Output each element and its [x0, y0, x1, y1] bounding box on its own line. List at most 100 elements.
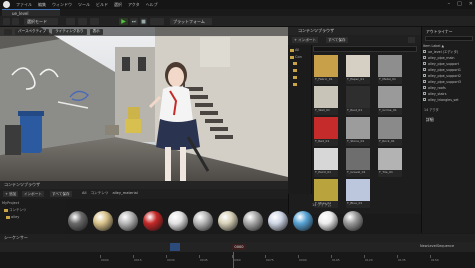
show-button[interactable]: 表示: [89, 28, 103, 35]
breadcrumb-all[interactable]: All: [82, 191, 86, 196]
sequencer-key-icon[interactable]: [170, 243, 180, 251]
breadcrumb-folder[interactable]: alley_material: [112, 191, 137, 196]
menu-select[interactable]: 選択: [114, 2, 122, 8]
menu-tools[interactable]: ツール: [78, 2, 90, 8]
play-button[interactable]: ▶: [119, 18, 128, 25]
playhead[interactable]: [233, 252, 234, 268]
material-sphere[interactable]: [168, 211, 188, 231]
material-sphere[interactable]: [293, 211, 313, 231]
sequencer-tab[interactable]: シーケンサー: [0, 234, 475, 242]
close-icon[interactable]: ✕: [469, 1, 473, 7]
content-browser-title: コンテンツブラウザ: [4, 182, 40, 187]
menu-window[interactable]: ウィンドウ: [52, 2, 72, 8]
menu-bar: ファイル 編集 ウィンドウ ツール ビルド 選択 アクタ ヘルプ: [0, 0, 300, 9]
material-sphere[interactable]: [68, 211, 88, 231]
settings-icon[interactable]: [408, 37, 415, 43]
perspective-button[interactable]: パースペクティブ: [15, 28, 50, 35]
tree-item[interactable]: [293, 83, 297, 86]
asset-tile[interactable]: T_Blue_01: [346, 179, 370, 208]
actor-icon: [423, 74, 426, 77]
menu-file[interactable]: ファイル: [16, 2, 32, 8]
level-tab[interactable]: ue_level: [2, 9, 60, 16]
minimize-icon[interactable]: –: [448, 1, 451, 7]
material-sphere[interactable]: [118, 211, 138, 231]
tree-item-alley[interactable]: alley: [6, 215, 19, 219]
menu-edit[interactable]: 編集: [38, 2, 46, 8]
outliner-row[interactable]: alley_pipe_support: [423, 61, 473, 66]
material-sphere[interactable]: [318, 211, 338, 231]
tree-item[interactable]: [293, 69, 297, 72]
blueprint-icon[interactable]: [78, 18, 87, 25]
outliner-row[interactable]: alley_pipe_support2: [423, 73, 473, 78]
material-sphere[interactable]: [93, 211, 113, 231]
asset-tile[interactable]: T_Rust_01: [346, 86, 370, 115]
menu-build[interactable]: ビルド: [96, 2, 108, 8]
tree-item-content[interactable]: Con: [290, 55, 302, 59]
content-browser-tree: MyProject コンテンツ alley: [0, 199, 66, 234]
cinematics-icon[interactable]: [90, 18, 99, 25]
tree-item[interactable]: [293, 62, 297, 65]
tree-item-content[interactable]: コンテンツ: [4, 208, 27, 213]
material-sphere[interactable]: [243, 211, 263, 231]
save-icon[interactable]: [3, 18, 10, 25]
import-button[interactable]: インポート: [22, 191, 44, 197]
outliner-column-header[interactable]: Item Label ▲: [423, 43, 473, 48]
material-sphere[interactable]: [218, 211, 238, 231]
timecode-display[interactable]: 0000: [232, 244, 246, 250]
asset-tile[interactable]: T_Paper_01: [346, 55, 370, 84]
more-play-options-icon[interactable]: [150, 18, 164, 25]
asset-tile[interactable]: T_Metal_01: [378, 55, 402, 84]
asset-tile[interactable]: T_Wall_01: [314, 86, 338, 115]
tree-item[interactable]: [293, 76, 297, 79]
material-sphere[interactable]: [268, 211, 288, 231]
outliner-row[interactable]: alley_pipe_support1: [423, 67, 473, 72]
breadcrumb-content[interactable]: コンテンツ: [90, 191, 108, 196]
folder-icon: [293, 83, 297, 86]
outliner-row[interactable]: alley_roofs: [423, 85, 473, 90]
asset-tile[interactable]: T_Rock_01: [378, 117, 402, 146]
save-all-button[interactable]: すべて保存: [50, 191, 72, 197]
content-icon[interactable]: [12, 18, 19, 25]
actor-icon: [423, 92, 426, 95]
outliner-row[interactable]: ue_level (エディタ): [423, 49, 473, 54]
asset-tile[interactable]: T_Fabric_01: [314, 55, 338, 84]
lit-mode-button[interactable]: ライティングあり: [52, 28, 87, 35]
content-browser-tab[interactable]: コンテンツブラウザ: [0, 181, 288, 189]
tree-root[interactable]: MyProject: [2, 201, 19, 205]
content-drawer-tab[interactable]: コンテンツブラウザ: [288, 27, 421, 35]
timeline-tick-label: 0135: [398, 258, 406, 262]
outliner-row[interactable]: alley_pipe_main: [423, 55, 473, 60]
maximize-icon[interactable]: □: [457, 1, 462, 7]
import-button[interactable]: + インポート: [292, 37, 319, 43]
skip-icon[interactable]: ⏭: [130, 18, 138, 25]
asset-tile[interactable]: T_Paint_01: [314, 148, 338, 177]
material-sphere[interactable]: [143, 211, 163, 231]
asset-tile[interactable]: T_Tile_01: [378, 148, 402, 177]
add-button[interactable]: + 追加: [3, 191, 19, 197]
tree-item-all[interactable]: All: [290, 48, 299, 52]
tree-label: All: [295, 48, 300, 52]
outliner-row[interactable]: alley_stairs: [423, 91, 473, 96]
select-mode-button[interactable]: 選択モード: [24, 18, 58, 25]
actor-icon: [423, 56, 426, 59]
asset-tile[interactable]: T_Gravel_01: [346, 148, 370, 177]
material-sphere[interactable]: [343, 211, 363, 231]
asset-tile[interactable]: T_Red_01: [314, 117, 338, 146]
asset-tile[interactable]: T_Stone_01: [346, 117, 370, 146]
outliner-row[interactable]: alley_triangles_set: [423, 97, 473, 102]
asset-tile[interactable]: T_Grime_01: [378, 86, 402, 115]
actor-icon: [423, 68, 426, 71]
stop-icon[interactable]: ■: [140, 18, 147, 25]
asset-search-input[interactable]: [313, 46, 417, 52]
save-all-button[interactable]: すべて保存: [326, 37, 348, 43]
outliner-search-input[interactable]: [425, 36, 473, 41]
menu-actor[interactable]: アクタ: [128, 2, 140, 8]
outliner-row[interactable]: alley_pipe_support3: [423, 79, 473, 84]
platforms-button[interactable]: プラットフォーム: [170, 18, 212, 25]
asset-thumbnail: [378, 86, 402, 108]
menu-help[interactable]: ヘルプ: [146, 2, 158, 8]
level-viewport[interactable]: [0, 27, 288, 181]
add-actor-icon[interactable]: [66, 18, 75, 25]
viewport-menu-icon[interactable]: [4, 28, 12, 35]
material-sphere[interactable]: [193, 211, 213, 231]
